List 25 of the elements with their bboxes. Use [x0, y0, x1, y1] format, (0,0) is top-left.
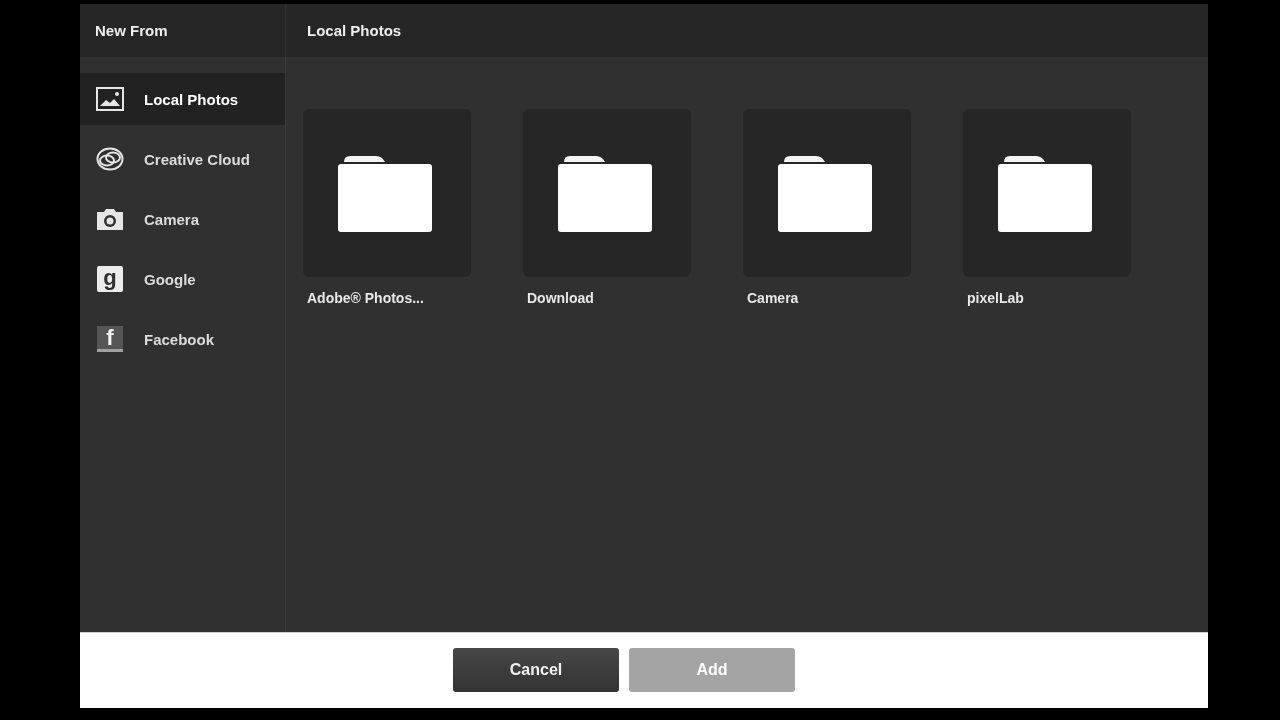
- content-title: Local Photos: [307, 22, 402, 39]
- sidebar-title: New From: [95, 22, 168, 39]
- folder-name: pixelLab: [966, 290, 1025, 306]
- interlocking-rings-icon: [96, 147, 124, 171]
- cancel-button[interactable]: Cancel: [453, 647, 619, 692]
- sidebar-item[interactable]: Local Photos: [80, 73, 285, 125]
- folder-icon: [558, 154, 652, 232]
- sidebar-item[interactable]: f Facebook: [80, 313, 285, 365]
- folder-icon: [338, 154, 432, 232]
- folder-tile[interactable]: [743, 109, 911, 277]
- folder-name: Camera: [746, 290, 800, 306]
- folder-name: Adobe® Photos...: [306, 290, 425, 306]
- folder-icon: [998, 154, 1092, 232]
- sidebar-item[interactable]: Creative Cloud: [80, 133, 285, 185]
- sidebar-item[interactable]: g Google: [80, 253, 285, 305]
- sidebar-item[interactable]: Camera: [80, 193, 285, 245]
- folder-name: Download: [526, 290, 595, 306]
- folder-icon: [778, 154, 872, 232]
- image-icon: [96, 87, 124, 111]
- camera-icon: [96, 207, 124, 231]
- folder-tile[interactable]: [303, 109, 471, 277]
- letter-tile-icon: g: [97, 266, 123, 292]
- letter-tile-icon: f: [97, 326, 123, 352]
- folder-tile[interactable]: [963, 109, 1131, 277]
- folder-tile[interactable]: [523, 109, 691, 277]
